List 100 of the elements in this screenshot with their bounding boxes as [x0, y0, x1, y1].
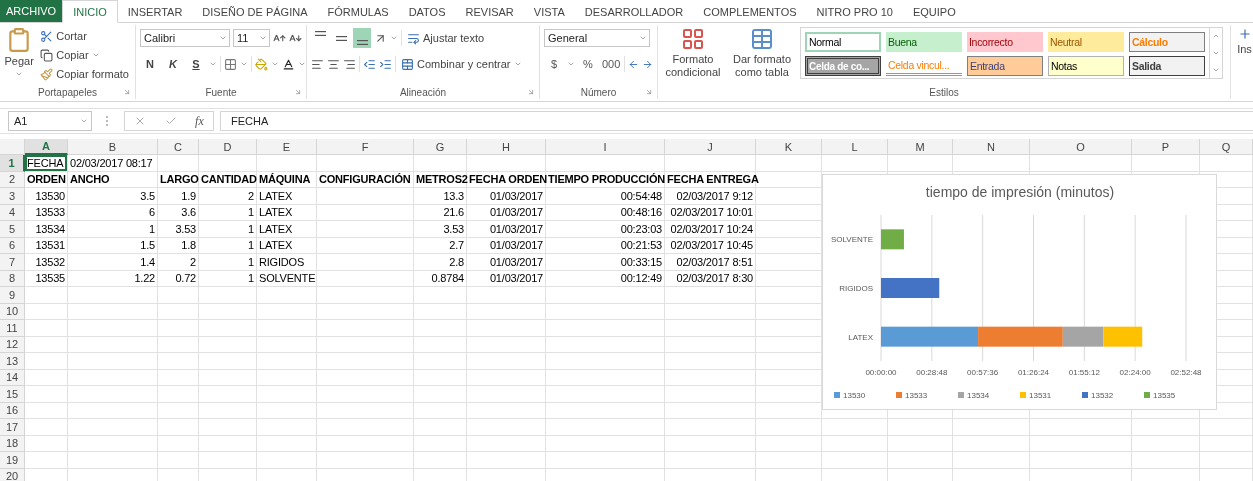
merge-center-button[interactable]: Combinar y centrar [399, 55, 524, 73]
arrow-left-icon[interactable] [628, 58, 640, 70]
column-header[interactable]: P [1132, 139, 1200, 155]
table-cell: 6 [68, 204, 158, 221]
cell-style[interactable]: Entrada [967, 56, 1043, 76]
table-cell [25, 402, 68, 419]
paste-button[interactable]: Pegar [4, 27, 35, 85]
ribbon-tab[interactable]: ARCHIVO [0, 0, 63, 22]
ribbon-tab[interactable]: COMPLEMENTOS [693, 0, 807, 23]
column-header[interactable]: M [888, 139, 953, 155]
cell-style[interactable]: Neutral [1048, 32, 1124, 52]
column-header[interactable]: I [546, 139, 665, 155]
row-header[interactable]: 11 [0, 320, 25, 337]
cell-style[interactable]: Notas [1048, 56, 1124, 76]
column-header[interactable]: C [158, 139, 199, 155]
lines-icon [314, 31, 326, 36]
font-color-icon[interactable] [282, 57, 295, 71]
row-header[interactable]: 9 [0, 287, 25, 304]
axis-label: RIGIDOS [839, 284, 873, 293]
column-header[interactable]: Q [1200, 139, 1253, 155]
arrow-right-icon[interactable] [642, 58, 654, 70]
table-cell: SOLVENTE [257, 270, 317, 287]
table-cell [199, 369, 257, 386]
table-cell [199, 386, 257, 403]
ribbon-tab[interactable]: NITRO PRO 10 [806, 0, 903, 23]
cut-button[interactable]: Cortar [38, 27, 131, 45]
column-header[interactable]: K [756, 139, 822, 155]
row-header[interactable]: 1 [0, 155, 25, 172]
column-header[interactable]: J [665, 139, 756, 155]
fill-color-icon[interactable] [255, 57, 268, 71]
table-cell [822, 419, 888, 436]
column-header[interactable]: E [257, 139, 317, 155]
wrap-text-button[interactable]: Ajustar texto [405, 29, 487, 47]
cell-style[interactable]: Incorrecto [967, 32, 1043, 52]
number-format-field[interactable]: General [544, 29, 650, 47]
column-header[interactable]: F [317, 139, 414, 155]
table-cell [414, 419, 467, 436]
caret-icon [298, 60, 306, 68]
ribbon-tab[interactable]: EQUIPO [902, 0, 966, 23]
column-header[interactable]: D [199, 139, 257, 155]
table-cell [1200, 435, 1253, 452]
indent-decrease-icon[interactable] [363, 57, 376, 71]
column-header[interactable]: N [953, 139, 1030, 155]
ribbon-tab[interactable]: INICIO [62, 0, 118, 23]
ribbon-tab[interactable]: INSERTAR [117, 0, 193, 23]
thousands-button[interactable]: 000 [601, 54, 622, 74]
font-name-field[interactable]: Calibri [140, 29, 230, 47]
insert-function-button[interactable]: fx [195, 113, 204, 129]
indent-increase-icon[interactable] [379, 57, 392, 71]
column-header[interactable]: L [822, 139, 888, 155]
font-size-field[interactable]: 11 [233, 29, 270, 47]
ribbon-tab[interactable]: DATOS [398, 0, 456, 23]
column-header[interactable]: H [467, 139, 546, 155]
row-header[interactable]: 17 [0, 419, 25, 436]
table-cell [1132, 419, 1200, 436]
row-header[interactable]: 3 [0, 188, 25, 205]
tick-label: 00:57:36 [967, 368, 999, 377]
percent-button[interactable]: % [578, 54, 598, 74]
column-header[interactable]: B [68, 139, 158, 155]
cell-style[interactable]: Buena [886, 32, 962, 52]
conditional-format-button[interactable]: Formato condicional [662, 27, 724, 85]
enter-icon[interactable] [164, 115, 177, 127]
column-header[interactable]: O [1030, 139, 1132, 155]
table-cell: 1.22 [68, 270, 158, 287]
merge-icon [401, 57, 414, 71]
row-header[interactable]: 15 [0, 386, 25, 403]
format-table-button[interactable]: Dar formato como tabla [728, 27, 796, 85]
column-header[interactable]: G [414, 139, 467, 155]
column-header[interactable]: A [25, 139, 68, 155]
formula-field[interactable]: FECHA [220, 111, 1253, 131]
ribbon-tab[interactable]: DESARROLLADOR [574, 0, 694, 23]
italic-button[interactable]: K [163, 54, 183, 74]
currency-button[interactable]: $ [544, 54, 564, 74]
ribbon-tab[interactable]: VISTA [523, 0, 575, 23]
table-cell [414, 435, 467, 452]
bold-button[interactable]: N [140, 54, 160, 74]
align-right-icon[interactable] [343, 57, 356, 71]
cell-style[interactable]: Normal [805, 32, 881, 52]
underline-button[interactable]: S [186, 54, 206, 74]
row-header[interactable]: 19 [0, 452, 25, 469]
table-cell: 1.5 [68, 237, 158, 254]
row-header[interactable]: 13 [0, 353, 25, 370]
table-cell: 1.8 [158, 237, 199, 254]
copy-button[interactable]: Copiar [38, 46, 131, 64]
format-painter-button[interactable]: Copiar formato [38, 65, 131, 83]
ribbon-tab[interactable]: DISEÑO DE PÁGINA [192, 0, 318, 23]
borders-icon[interactable] [224, 57, 237, 71]
row-header[interactable]: 5 [0, 221, 25, 238]
legend-label: 13534 [967, 391, 990, 400]
vertical-align-button[interactable] [353, 28, 371, 48]
ribbon-tab[interactable]: FÓRMULAS [317, 0, 399, 23]
name-box[interactable]: A1 [8, 111, 92, 131]
row-header[interactable]: 7 [0, 254, 25, 271]
table-cell: 13533 [25, 204, 68, 221]
cell-style[interactable]: Salida [1129, 56, 1205, 76]
table-cell [25, 452, 68, 469]
align-left-icon[interactable] [311, 57, 324, 71]
insert-button[interactable]: Ins [1235, 27, 1253, 99]
ribbon-tab[interactable]: REVISAR [455, 0, 524, 23]
align-center-icon[interactable] [327, 57, 340, 71]
